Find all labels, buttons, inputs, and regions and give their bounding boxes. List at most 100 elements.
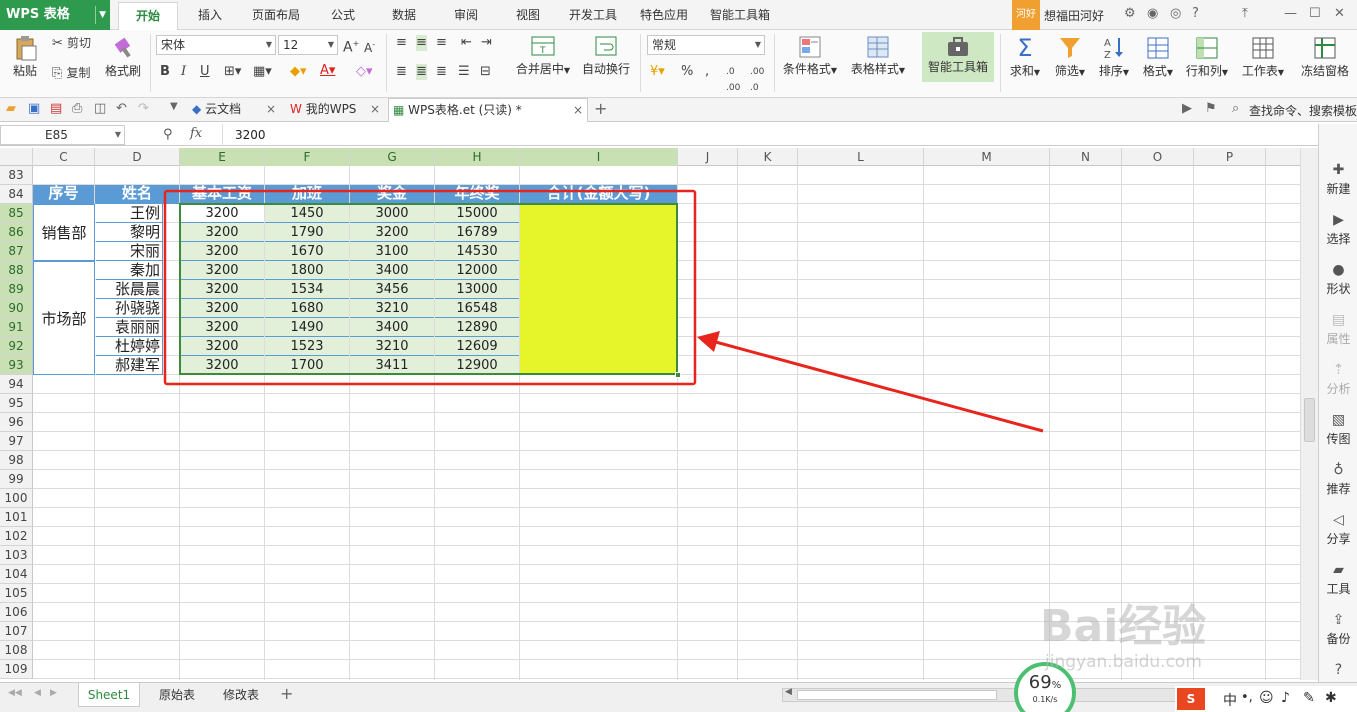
decrease-font-icon[interactable]: A- [364,37,375,56]
merge-center-button[interactable]: T 合并居中▼ [512,34,574,77]
row-header-84[interactable]: 84 [0,185,33,204]
doc-tab-current[interactable]: ▦ WPS表格.et (只读) * × [388,98,588,122]
sidebar-item-shape[interactable]: ● 形状 [1319,262,1357,297]
department-cell[interactable]: 市场部 [33,261,95,375]
tab-formulas[interactable]: 公式 [331,6,355,23]
selection-range[interactable] [179,203,678,375]
sidebar-item-recommend[interactable]: ♁ 推荐 [1319,462,1357,497]
name-cell[interactable]: 秦加 [96,261,163,280]
add-sheet-icon[interactable]: + [280,684,293,703]
format-painter-button[interactable]: 格式刷 [103,34,143,79]
sogou-icon[interactable]: S [1177,688,1205,710]
close-tab-icon[interactable]: × [370,98,380,120]
share-icon[interactable]: ◎ [1170,6,1181,21]
h-scroll-thumb[interactable] [797,690,997,700]
sort-button[interactable]: AZ 排序▼ [1094,34,1134,79]
increase-font-icon[interactable]: A+ [343,36,359,56]
row-header-101[interactable]: 101 [0,508,33,527]
name-cell[interactable]: 宋丽 [96,242,163,261]
decrease-decimal-icon[interactable]: .00.0 [750,64,764,96]
sidebar-item-share[interactable]: ◁ 分享 [1319,512,1357,547]
row-header-95[interactable]: 95 [0,394,33,413]
vertical-scrollbar[interactable] [1300,148,1318,680]
sidebar-item-new[interactable]: ✚ 新建 [1319,162,1357,197]
column-header-k[interactable]: K [738,148,798,166]
sidebar-item-tools[interactable]: ▰ 工具 [1319,562,1357,597]
sidebar-item-select[interactable]: ▶ 选择 [1319,212,1357,247]
distribute-icon[interactable]: ⊟ [480,64,491,80]
fill-color-icon[interactable]: ◆▾ [290,64,307,80]
row-header-90[interactable]: 90 [0,299,33,318]
quick-access-dropdown-icon[interactable]: ▼ [170,101,178,112]
command-search-input[interactable]: 查找命令、搜索模板 [1249,102,1357,119]
row-header-85[interactable]: 85 [0,204,33,223]
insert-function-icon[interactable]: fx [190,126,202,141]
help-icon[interactable]: ? [1192,6,1199,21]
sheet-tab-modified[interactable]: 修改表 [210,683,272,707]
column-header-f[interactable]: F [265,148,350,166]
column-header-d[interactable]: D [95,148,180,166]
increase-decimal-icon[interactable]: .0.00 [726,64,740,96]
flag-icon[interactable]: ⚑ [1205,101,1217,116]
percent-icon[interactable]: % [681,64,693,80]
tab-data[interactable]: 数据 [392,6,416,23]
worksheet-button[interactable]: 工作表▼ [1238,34,1288,79]
department-cell[interactable]: 销售部 [33,204,95,261]
row-header-89[interactable]: 89 [0,280,33,299]
zoom-formula-icon[interactable]: ⚲ [163,127,173,142]
row-header-92[interactable]: 92 [0,337,33,356]
first-sheet-icon[interactable]: ◀◀ [8,688,22,698]
font-size-select[interactable]: 12 ▼ [278,35,338,55]
name-cell[interactable]: 王例 [96,204,163,223]
row-header-87[interactable]: 87 [0,242,33,261]
column-header-h[interactable]: H [435,148,520,166]
cut-button[interactable]: ✂ 剪切 [52,35,91,52]
column-header-g[interactable]: G [350,148,435,166]
tab-insert[interactable]: 插入 [198,6,222,23]
open-folder-icon[interactable]: ▰ [6,101,16,116]
italic-icon[interactable]: I [181,64,186,80]
name-box[interactable]: E85 ▼ [0,125,125,145]
column-header-o[interactable]: O [1122,148,1194,166]
table-header-cell[interactable]: 奖金 [350,185,434,204]
column-header-i[interactable]: I [520,148,678,166]
row-header-105[interactable]: 105 [0,584,33,603]
smart-toolbox-button[interactable]: 智能工具箱 [922,32,994,82]
punctuation-icon[interactable]: •, [1241,690,1253,705]
row-header-109[interactable]: 109 [0,660,33,679]
row-header-97[interactable]: 97 [0,432,33,451]
freeze-panes-button[interactable]: 冻结窗格 [1294,34,1356,79]
format-button[interactable]: 格式▼ [1138,34,1178,79]
copy-button[interactable]: ⎘ 复制 [52,65,91,82]
sidebar-item-upload-image[interactable]: ▧ 传图 [1319,412,1357,447]
user-badge[interactable]: 河好 [1012,0,1040,30]
conditional-format-button[interactable]: 条件格式▼ [780,34,840,77]
user-name[interactable]: 想福田河好 [1044,7,1104,24]
scroll-thumb[interactable] [1304,398,1315,442]
search-icon[interactable]: ⌕ [1232,101,1239,116]
tab-features[interactable]: 特色应用 [640,6,688,23]
print-icon[interactable]: ⎙ [72,101,82,116]
align-middle-icon[interactable]: ≡ [416,35,427,51]
tab-view[interactable]: 视图 [516,6,540,23]
export-pdf-icon[interactable]: ▤ [50,101,62,116]
align-center-icon[interactable]: ≣ [416,64,427,80]
sidebar-item-properties[interactable]: ▤ 属性 [1319,312,1357,347]
align-top-icon[interactable]: ≡ [396,35,407,51]
maximize-icon[interactable]: ☐ [1309,6,1321,21]
column-header-j[interactable]: J [678,148,738,166]
indent-increase-icon[interactable]: ⇥ [481,35,492,51]
paste-button[interactable]: 粘贴 [8,34,42,79]
fill-handle[interactable] [675,372,681,378]
play-icon[interactable]: ▶ [1182,101,1192,116]
borders-icon[interactable]: ⊞▾ [224,64,241,80]
close-icon[interactable]: ✕ [1334,6,1345,21]
sidebar-item-analyze[interactable]: ⇡ 分析 [1319,362,1357,397]
tab-start[interactable]: 开始 [118,2,178,30]
prev-sheet-icon[interactable]: ◀ [34,688,41,698]
table-header-cell[interactable]: 年终奖 [435,185,519,204]
row-header-93[interactable]: 93 [0,356,33,375]
underline-icon[interactable]: U [200,64,210,80]
currency-icon[interactable]: ¥▾ [650,64,665,80]
redo-icon[interactable]: ↷ [138,101,149,116]
